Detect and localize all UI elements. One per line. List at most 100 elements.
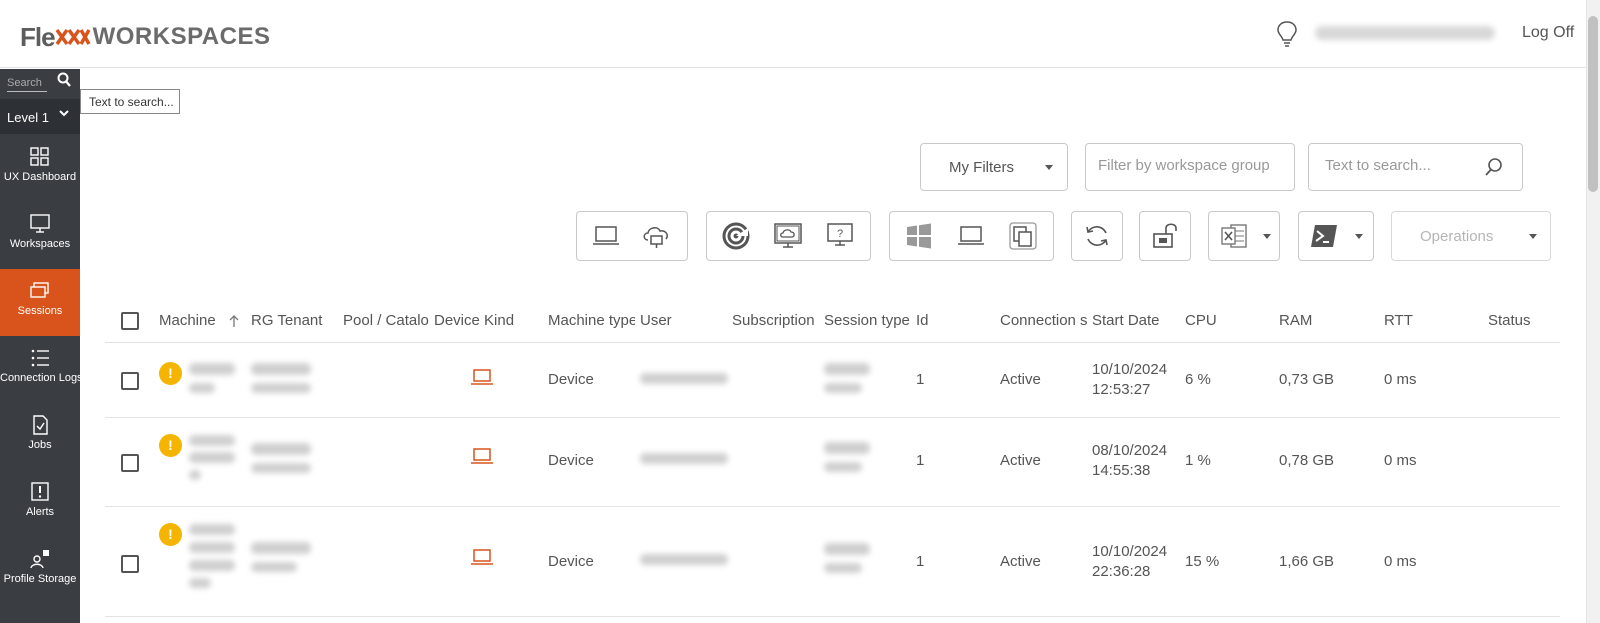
column-header-pool-catalog[interactable]: Pool / Catalo — [343, 312, 430, 329]
start-time-cell: 12:53:27 — [1092, 381, 1151, 398]
column-header-user[interactable]: User — [640, 312, 720, 329]
cloud-device-filter-button[interactable] — [641, 222, 671, 250]
column-header-session-type[interactable]: Session type — [824, 312, 912, 329]
page-scrollbar[interactable] — [1586, 0, 1600, 623]
list-icon — [31, 349, 49, 367]
cpu-cell: 15 % — [1185, 553, 1220, 570]
select-all-checkbox[interactable] — [121, 312, 139, 330]
sort-ascending-icon[interactable] — [229, 314, 239, 328]
start-date-cell: 10/10/2024 — [1092, 361, 1168, 378]
sidebar-item-connection-logs[interactable]: Connection Logs — [0, 336, 83, 403]
session-type-redacted — [824, 383, 862, 393]
column-header-subscription[interactable]: Subscription — [732, 312, 819, 329]
machine-type-cell: Device — [548, 452, 594, 469]
workspace-group-filter[interactable] — [1085, 143, 1295, 191]
logoff-link[interactable]: Log Off — [1522, 24, 1574, 42]
text-search-input[interactable] — [1325, 157, 1475, 174]
radar-icon — [722, 222, 750, 250]
machine-name-redacted — [189, 578, 211, 588]
document-check-icon — [33, 415, 48, 435]
machine-name-redacted — [189, 542, 235, 553]
column-header-rtt[interactable]: RTT — [1384, 312, 1444, 329]
caret-down-icon — [1045, 165, 1053, 170]
profile-storage-icon — [30, 550, 49, 569]
sidebar-item-ux-dashboard[interactable]: UX Dashboard — [0, 135, 80, 202]
column-header-id[interactable]: Id — [916, 312, 946, 329]
alert-icon — [31, 482, 49, 501]
powershell-dropdown[interactable] — [1298, 211, 1374, 261]
column-header-device-kind[interactable]: Device Kind — [434, 312, 524, 329]
workspace-group-input[interactable] — [1098, 157, 1278, 174]
operations-label: Operations — [1420, 228, 1494, 245]
user-redacted — [640, 453, 728, 464]
my-filters-dropdown[interactable]: My Filters — [920, 143, 1068, 191]
sidebar-search-input[interactable] — [7, 74, 47, 92]
unlock-button[interactable] — [1139, 211, 1191, 261]
excel-export-dropdown[interactable] — [1208, 211, 1280, 261]
logo-prefix: Fle — [20, 21, 56, 52]
radar-filter-button[interactable] — [721, 222, 751, 250]
caret-down-icon — [1355, 234, 1363, 239]
search-icon[interactable] — [57, 72, 71, 88]
tenant-redacted — [251, 383, 311, 393]
device-type-group — [576, 211, 688, 261]
laptop-icon — [471, 369, 493, 385]
column-header-machine[interactable]: Machine — [159, 312, 221, 329]
scrollbar-thumb[interactable] — [1588, 16, 1598, 192]
refresh-icon — [1082, 222, 1112, 250]
machine-name-redacted — [189, 363, 235, 375]
search-icon[interactable] — [1484, 157, 1504, 177]
text-search-box[interactable] — [1308, 143, 1523, 191]
warning-icon: ! — [159, 434, 182, 457]
column-header-status[interactable]: Status — [1488, 312, 1558, 329]
table-header: Machine RG Tenant Pool / Catalo Device K… — [105, 295, 1560, 343]
start-time-cell: 22:36:28 — [1092, 563, 1151, 580]
level-label: Level 1 — [7, 110, 49, 125]
column-header-rg-tenant[interactable]: RG Tenant — [251, 312, 337, 329]
row-checkbox[interactable] — [121, 555, 139, 573]
level-selector[interactable]: Level 1 — [0, 99, 80, 134]
unknown-device-filter-button[interactable]: ? — [825, 222, 855, 250]
laptop-filter-button[interactable] — [591, 222, 621, 250]
sidebar-item-label: Profile Storage — [3, 573, 77, 585]
column-header-ram[interactable]: RAM — [1279, 312, 1339, 329]
laptop-os-filter-button[interactable] — [956, 222, 986, 250]
user-email-redacted — [1315, 26, 1495, 40]
tenant-redacted — [251, 363, 311, 375]
column-header-connection-state[interactable]: Connection s — [1000, 312, 1088, 329]
user-redacted — [640, 373, 728, 384]
table-row[interactable]: ! Device 1 Active 10/10/2024 12:53:27 6 … — [105, 343, 1560, 418]
sidebar-item-sessions[interactable]: Sessions — [0, 269, 80, 336]
warning-icon: ! — [159, 362, 182, 385]
chevron-down-icon — [59, 110, 69, 117]
column-header-machine-type[interactable]: Machine type — [548, 312, 635, 329]
session-type-redacted — [824, 363, 870, 375]
sidebar-item-label: UX Dashboard — [3, 171, 77, 183]
column-header-start-date[interactable]: Start Date — [1092, 312, 1180, 329]
operations-dropdown[interactable]: Operations — [1391, 211, 1551, 261]
lightbulb-icon[interactable] — [1276, 20, 1298, 48]
logo-xx-icon — [55, 28, 91, 46]
machine-name-redacted — [189, 560, 235, 571]
machine-name-redacted — [189, 452, 235, 463]
connection-state-cell: Active — [1000, 553, 1041, 570]
start-date-cell: 08/10/2024 — [1092, 442, 1168, 459]
cloud-monitor-filter-button[interactable] — [773, 222, 803, 250]
svg-text:?: ? — [837, 228, 843, 240]
table-row[interactable]: ! Device 1 Active 10/10/2024 22:36:28 15… — [105, 507, 1560, 617]
flexxible-logo: Fle WORKSPACES — [20, 21, 270, 52]
powershell-icon — [1309, 222, 1339, 250]
row-checkbox[interactable] — [121, 454, 139, 472]
sidebar-item-profile-storage[interactable]: Profile Storage — [0, 537, 80, 604]
sidebar-item-label: Jobs — [28, 439, 52, 451]
table-row[interactable]: ! Device 1 Active 08/10/2024 14:55:38 1 … — [105, 418, 1560, 507]
sidebar-item-workspaces[interactable]: Workspaces — [0, 202, 80, 269]
windows-filter-button[interactable] — [904, 222, 934, 250]
row-checkbox[interactable] — [121, 372, 139, 390]
refresh-button[interactable] — [1071, 211, 1123, 261]
column-header-cpu[interactable]: CPU — [1185, 312, 1245, 329]
sidebar-item-jobs[interactable]: Jobs — [0, 403, 80, 470]
sidebar-item-alerts[interactable]: Alerts — [0, 470, 80, 537]
copy-filter-button[interactable] — [1008, 222, 1038, 250]
dashboard-icon — [30, 147, 49, 166]
